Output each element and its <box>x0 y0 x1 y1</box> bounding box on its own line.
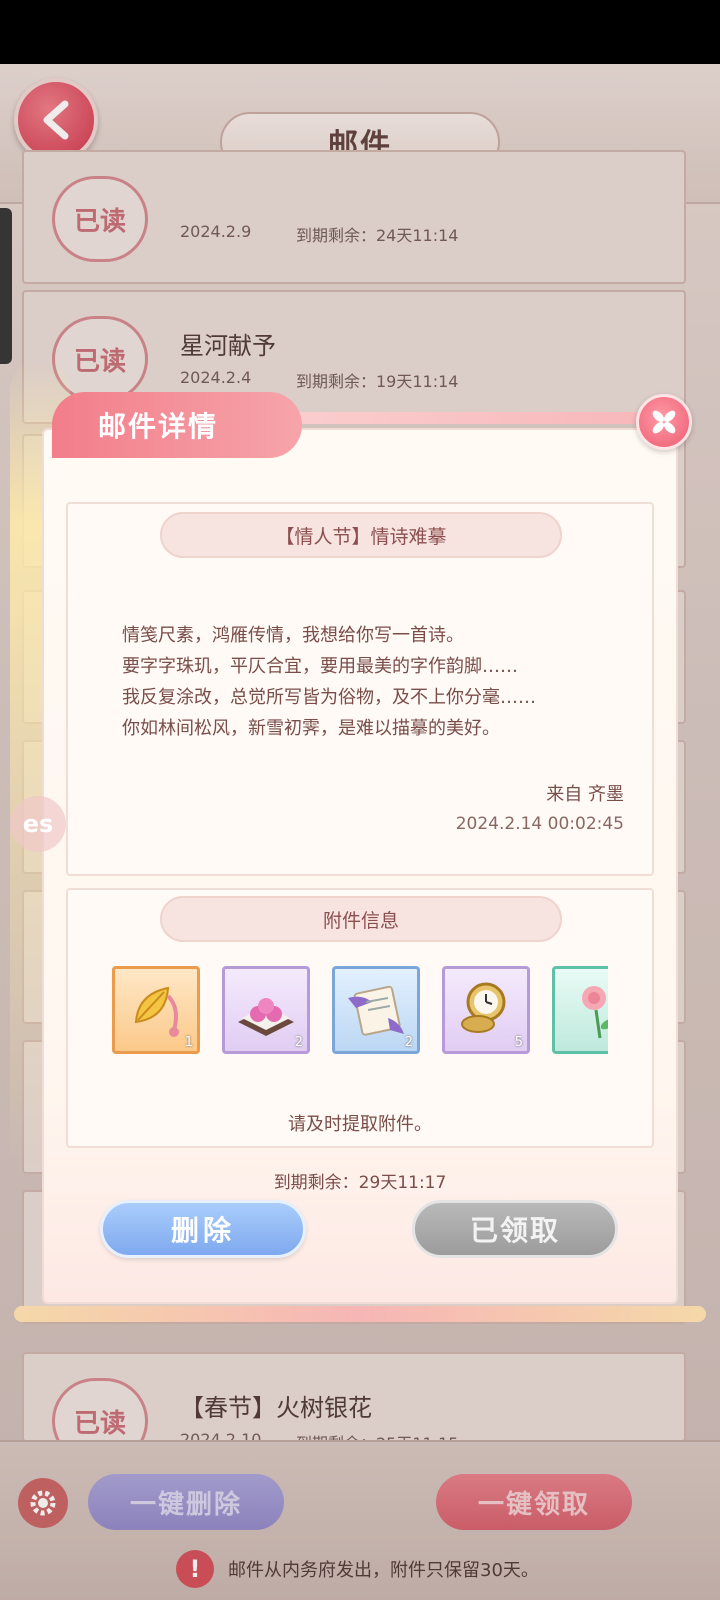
attachment-qty: 2 <box>404 1035 413 1050</box>
pocket-watch-icon <box>461 982 506 1033</box>
flower-close-icon <box>652 410 676 434</box>
close-button[interactable] <box>636 394 692 450</box>
attachment-qty: 2 <box>294 1035 303 1050</box>
status-bar <box>0 0 720 64</box>
mail-detail-title: 【情人节】情诗难摹 <box>160 512 562 558</box>
attachment-qty: 1 <box>184 1035 193 1050</box>
letter-sender: 来自 齐墨 <box>546 784 624 805</box>
pink-dumpling-plate-icon <box>238 998 294 1036</box>
attachments-title: 附件信息 <box>160 896 562 942</box>
attachment-item[interactable]: 1 <box>112 966 200 1054</box>
attachment-item[interactable]: 2 <box>332 966 420 1054</box>
rose-icon <box>582 986 608 1039</box>
expire-countdown: 到期剩余：29天11:17 <box>273 1173 447 1193</box>
letter-body: 情笺尺素，鸿雁传情，我想给你写一首诗。 要字字珠玑，平仄合宜，要用最美的字作韵脚… <box>122 620 622 744</box>
attachment-item[interactable] <box>552 966 608 1054</box>
header-ribbon <box>250 412 690 424</box>
attachment-item[interactable]: 2 <box>222 966 310 1054</box>
letter-timestamp: 2024.2.14 00:02:45 <box>455 814 624 834</box>
mail-detail-tab: 邮件详情 <box>52 392 302 458</box>
claimed-button[interactable]: 已领取 <box>412 1200 618 1258</box>
modal-bottom-trim <box>14 1306 706 1322</box>
attachment-item[interactable]: 5 <box>442 966 530 1054</box>
golden-leaf-pendant-icon <box>134 986 179 1037</box>
floating-badge-icon[interactable]: es <box>10 796 66 852</box>
attachments-list[interactable]: 1 2 2 5 <box>112 966 608 1056</box>
letter-line: 我反复涂改，总觉所写皆为俗物，及不上你分毫…… <box>122 687 536 708</box>
scroll-letter-icon <box>348 985 404 1036</box>
delete-button[interactable]: 删除 <box>100 1200 306 1258</box>
attachment-note: 请及时提取附件。 <box>288 1114 432 1135</box>
letter-line: 情笺尺素，鸿雁传情，我想给你写一首诗。 <box>122 625 464 646</box>
letter-line: 要字字珠玑，平仄合宜，要用最美的字作韵脚…… <box>122 656 518 677</box>
letter-line: 你如林间松风，新雪初霁，是难以描摹的美好。 <box>122 718 500 739</box>
attachment-qty: 5 <box>514 1035 523 1050</box>
